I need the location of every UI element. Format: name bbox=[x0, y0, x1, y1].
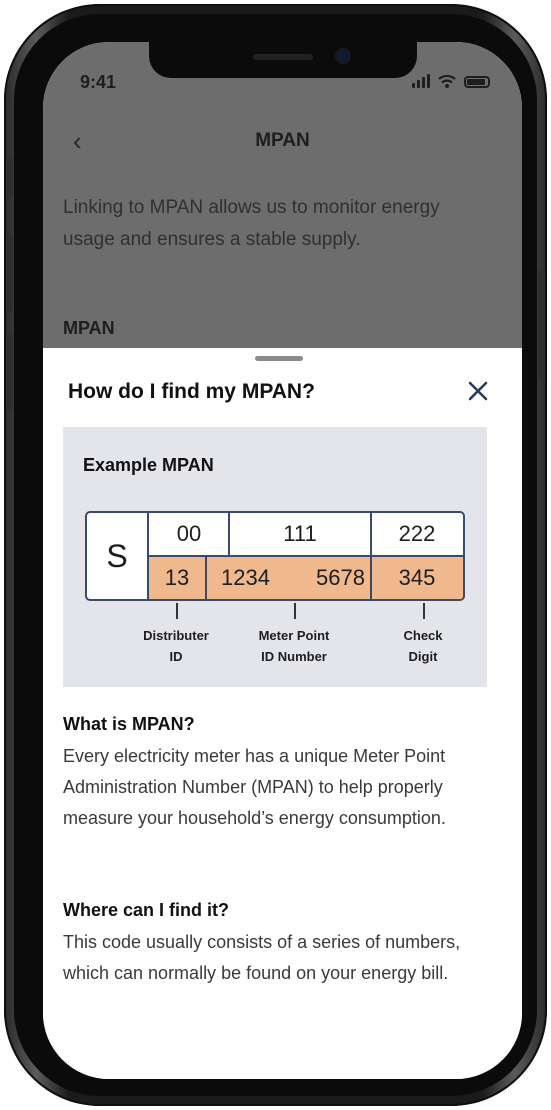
mpan-bottom-cell: 13 bbox=[149, 557, 205, 599]
mpan-top-cell: 222 bbox=[371, 513, 463, 557]
caption-meter-point-id: Meter Point ID Number bbox=[258, 628, 330, 664]
sheet-grabber[interactable] bbox=[255, 356, 303, 361]
notch bbox=[149, 42, 417, 78]
dimmed-page: 9:41 ‹ MPAN Linking to MPAN allows us to… bbox=[43, 42, 522, 362]
sheet-title: How do I find my MPAN? bbox=[68, 380, 315, 403]
divider bbox=[370, 513, 372, 599]
volume-down-button bbox=[6, 334, 13, 410]
speaker-grille bbox=[253, 54, 313, 60]
volume-up-button bbox=[6, 236, 13, 312]
caption-pointer bbox=[176, 603, 178, 619]
mpan-bottom-value: 1234 bbox=[221, 565, 270, 590]
what-heading: What is MPAN? bbox=[63, 714, 195, 734]
caption-pointer bbox=[423, 603, 425, 619]
example-mpan-card: Example MPAN S 00 111 222 13 1234 5678 3… bbox=[63, 427, 487, 687]
where-body: This code usually consists of a series o… bbox=[63, 932, 461, 983]
signal-icon bbox=[412, 74, 430, 88]
caption-check-digit: Check Digit bbox=[403, 628, 443, 664]
what-body: Every electricity meter has a unique Met… bbox=[63, 746, 446, 828]
divider bbox=[205, 557, 207, 599]
silent-switch bbox=[6, 158, 13, 198]
screen: 9:41 ‹ MPAN Linking to MPAN allows us to… bbox=[43, 42, 522, 1079]
power-button bbox=[538, 270, 545, 380]
where-heading: Where can I find it? bbox=[63, 900, 230, 920]
caption-distributer-id: Distributer ID bbox=[143, 628, 209, 664]
nav-title: MPAN bbox=[255, 130, 310, 151]
mpan-bottom-cell: 345 bbox=[371, 557, 463, 599]
example-title: Example MPAN bbox=[83, 455, 214, 475]
mpan-bottom-value: 5678 bbox=[316, 565, 365, 590]
mpan-top-cell: 00 bbox=[149, 513, 229, 557]
page-description: Linking to MPAN allows us to monitor ene… bbox=[63, 197, 440, 250]
mpan-top-cell: 111 bbox=[229, 513, 371, 557]
divider bbox=[228, 513, 230, 557]
mpan-bottom-cell: 1234 5678 bbox=[205, 557, 371, 599]
caption-pointer bbox=[294, 603, 296, 619]
front-camera bbox=[337, 50, 349, 62]
status-icons bbox=[412, 74, 490, 88]
mpan-field-label: MPAN bbox=[63, 318, 115, 338]
close-icon[interactable] bbox=[465, 378, 491, 404]
wifi-icon bbox=[438, 74, 456, 88]
mpan-diagram: S 00 111 222 13 1234 5678 345 bbox=[85, 511, 465, 601]
battery-icon bbox=[464, 76, 490, 88]
bottom-sheet: How do I find my MPAN? Example MPAN S 00… bbox=[43, 348, 522, 1079]
mpan-prefix: S bbox=[87, 513, 149, 599]
status-time: 9:41 bbox=[80, 72, 117, 92]
